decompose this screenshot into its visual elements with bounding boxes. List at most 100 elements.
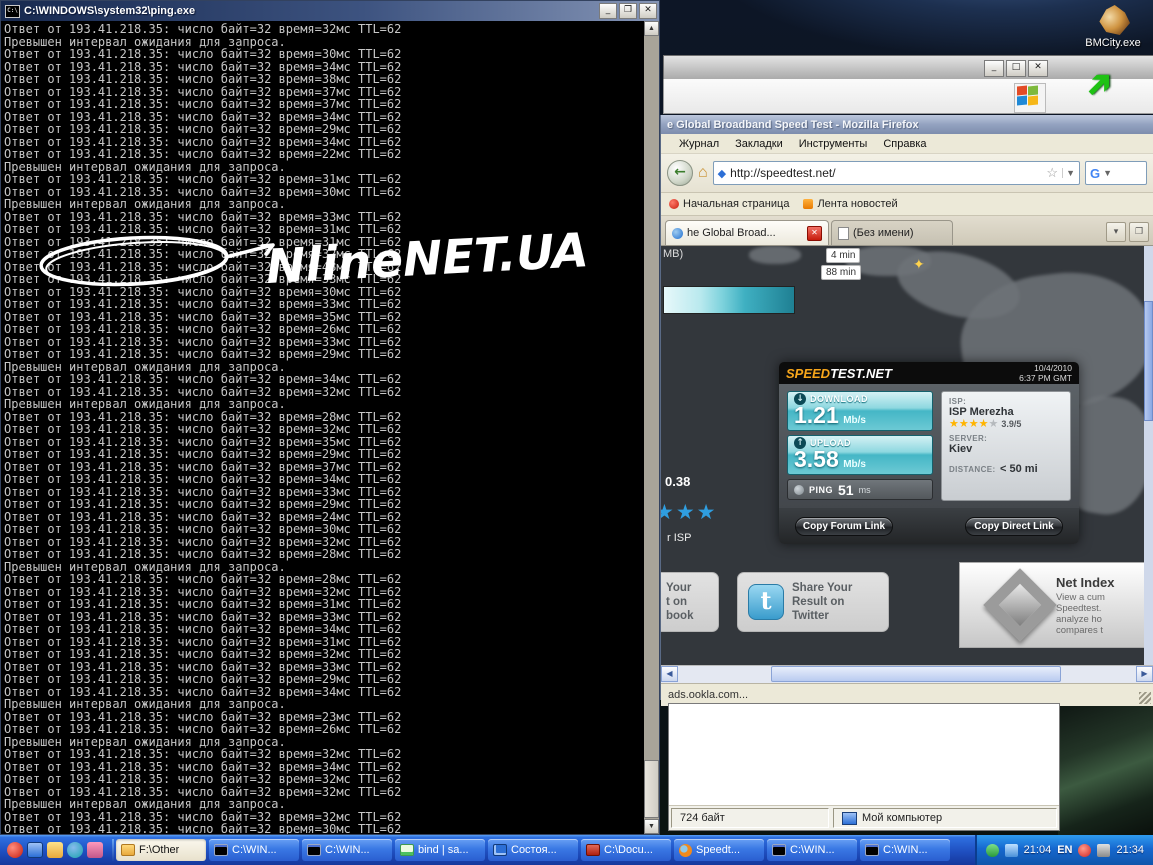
- scroll-down-arrow[interactable]: ▼: [644, 819, 659, 834]
- taskbar-task[interactable]: C:\Docu...: [581, 839, 671, 861]
- address-bar[interactable]: ◆ http://speedtest.net/ ☆ ▼: [712, 161, 1080, 185]
- tray-shield-icon[interactable]: [985, 843, 999, 857]
- minimize-button[interactable]: _: [599, 3, 617, 19]
- home-icon[interactable]: ⌂: [698, 161, 708, 185]
- menu-item[interactable]: Журнал: [671, 138, 727, 150]
- ping-reply-line: Ответ от 193.41.218.35: число байт=32 вр…: [4, 22, 402, 36]
- search-dropdown-icon[interactable]: ▼: [1103, 168, 1112, 178]
- taskbar-task[interactable]: Speedt...: [674, 839, 764, 861]
- horizontal-scrollbar[interactable]: ◀ ▶: [661, 665, 1153, 683]
- tray-alert-icon[interactable]: [1078, 843, 1092, 857]
- bookmark-item[interactable]: Лента новостей: [803, 198, 898, 210]
- menu-item[interactable]: Справка: [875, 138, 934, 150]
- scroll-right-arrow[interactable]: ▶: [1136, 666, 1153, 682]
- tray-clock-text: 21:04: [1023, 844, 1052, 856]
- desktop-icon-bmcity[interactable]: BMCity.exe: [1080, 5, 1146, 49]
- back-button[interactable]: ←: [667, 160, 693, 186]
- vertical-scrollbar[interactable]: [1144, 246, 1153, 665]
- netindex-text-line: analyze ho: [1056, 613, 1102, 625]
- cmd-titlebar[interactable]: C:\ C:\WINDOWS\system32\ping.exe _ ❐ ✕: [1, 1, 659, 21]
- twitter-share-text: Share Your: [792, 582, 853, 594]
- distance-value: < 50 mi: [1000, 463, 1038, 475]
- taskbar-task[interactable]: F:\Other: [116, 839, 206, 861]
- share-facebook-button[interactable]: Your t on book: [661, 572, 719, 632]
- partial-value-text: 0.38: [665, 474, 691, 489]
- tab-speedtest[interactable]: he Global Broad... ✕: [665, 220, 829, 245]
- ping-reply-line: Ответ от 193.41.218.35: число байт=32 вр…: [4, 172, 402, 186]
- taskbar-clock: 21:34: [1116, 844, 1144, 856]
- maximize-button[interactable]: □: [1006, 59, 1026, 77]
- task-label: F:\Other: [139, 844, 180, 856]
- ping-reply-line: Ответ от 193.41.218.35: число байт=32 вр…: [4, 72, 402, 86]
- url-text[interactable]: http://speedtest.net/: [730, 166, 1042, 180]
- firefox-titlebar[interactable]: e Global Broadband Speed Test - Mozilla …: [661, 115, 1153, 134]
- partial-isp-text: r ISP: [667, 532, 692, 544]
- ping-unit: ms: [858, 484, 871, 495]
- cmd-scrollbar[interactable]: ▲ ▼: [644, 21, 659, 834]
- ping-reply-line: Ответ от 193.41.218.35: число байт=32 вр…: [4, 422, 402, 436]
- cmd-icon: [865, 844, 879, 856]
- tab-favicon: [672, 227, 683, 239]
- copy-direct-link-button[interactable]: Copy Direct Link: [965, 516, 1063, 536]
- scrollbar-thumb[interactable]: [771, 666, 1061, 682]
- command-prompt-window: C:\ C:\WINDOWS\system32\ping.exe _ ❐ ✕ О…: [0, 0, 660, 835]
- ping-reply-line: Ответ от 193.41.218.35: число байт=32 вр…: [4, 572, 402, 586]
- scrollbar-thumb[interactable]: [1144, 301, 1153, 421]
- cmd-icon: [772, 844, 786, 856]
- menu-item[interactable]: Закладки: [727, 138, 791, 150]
- map-marker-icon: ✦: [913, 256, 925, 272]
- quick-launch: [0, 842, 110, 858]
- close-button[interactable]: ✕: [639, 3, 657, 19]
- taskbar-task[interactable]: C:\WIN...: [860, 839, 950, 861]
- twitter-share-text: Result on: [792, 596, 845, 608]
- scrollbar-thumb[interactable]: [644, 760, 659, 818]
- download-dialog: 724 байт Мой компьютер: [668, 703, 1060, 831]
- taskbar-task[interactable]: bind | sa...: [395, 839, 485, 861]
- restore-button[interactable]: ❐: [619, 3, 637, 19]
- tab-close-button[interactable]: ✕: [807, 225, 822, 241]
- firefox-menubar: Журнал Закладки Инструменты Справка: [661, 134, 1153, 154]
- search-input[interactable]: G ▼: [1085, 161, 1147, 185]
- bookmark-item[interactable]: Начальная страница: [669, 198, 789, 210]
- logo-speed: SPEED: [786, 365, 831, 381]
- ping-timeout-line: Превышен интервал ожидания для запроса.: [4, 397, 286, 411]
- close-button[interactable]: ✕: [1028, 59, 1048, 77]
- tray-volume-icon[interactable]: [1097, 843, 1111, 857]
- language-indicator[interactable]: EN: [1057, 844, 1072, 856]
- copy-forum-link-button[interactable]: Copy Forum Link: [795, 516, 893, 536]
- site-favicon: ◆: [717, 167, 727, 180]
- tray-network-icon[interactable]: [1004, 843, 1018, 857]
- quick-launch-icon-4[interactable]: [67, 842, 83, 858]
- tab-untitled[interactable]: (Без имени): [831, 220, 953, 245]
- taskbar-task[interactable]: C:\WIN...: [302, 839, 392, 861]
- menu-item[interactable]: Инструменты: [791, 138, 876, 150]
- download-value: 1.21: [794, 402, 839, 428]
- taskbar-task[interactable]: C:\WIN...: [767, 839, 857, 861]
- url-dropdown-icon[interactable]: ▼: [1062, 168, 1075, 178]
- taskbar-task[interactable]: C:\WIN...: [209, 839, 299, 861]
- taskbar-task[interactable]: Состоя...: [488, 839, 578, 861]
- quick-launch-icon-3[interactable]: [47, 842, 63, 858]
- tab-list-button[interactable]: ▾: [1106, 222, 1126, 242]
- netindex-panel[interactable]: Net Index View a cum Speedtest. analyze ho…: [959, 562, 1153, 648]
- location-text: Мой компьютер: [862, 812, 943, 824]
- resize-grip[interactable]: [1139, 692, 1151, 704]
- firefox-navbar: ← ⌂ ◆ http://speedtest.net/ ☆ ▼ G ▼: [661, 154, 1153, 193]
- quick-launch-icon-1[interactable]: [7, 842, 23, 858]
- share-twitter-button[interactable]: t Share Your Result on Twitter: [737, 572, 889, 632]
- bookmark-star-icon[interactable]: ☆: [1046, 165, 1058, 181]
- task-label: C:\WIN...: [790, 844, 835, 856]
- ping-reply-line: Ответ от 193.41.218.35: число байт=32 вр…: [4, 247, 402, 261]
- facebook-share-text: book: [666, 610, 694, 622]
- scroll-up-arrow[interactable]: ▲: [644, 21, 659, 36]
- partial-stars: ★★★: [661, 501, 718, 524]
- scroll-left-arrow[interactable]: ◀: [661, 666, 678, 682]
- minimize-button[interactable]: _: [984, 59, 1004, 77]
- new-tab-button[interactable]: ❐: [1129, 222, 1149, 242]
- netindex-text-line: Speedtest.: [1056, 602, 1102, 614]
- ping-reply-line: Ответ от 193.41.218.35: число байт=32 вр…: [4, 597, 402, 611]
- quick-launch-icon-5[interactable]: [87, 842, 103, 858]
- quick-launch-icon-2[interactable]: [27, 842, 43, 858]
- ping-timeout-line: Превышен интервал ожидания для запроса.: [4, 697, 286, 711]
- cmd-icon: [214, 844, 228, 856]
